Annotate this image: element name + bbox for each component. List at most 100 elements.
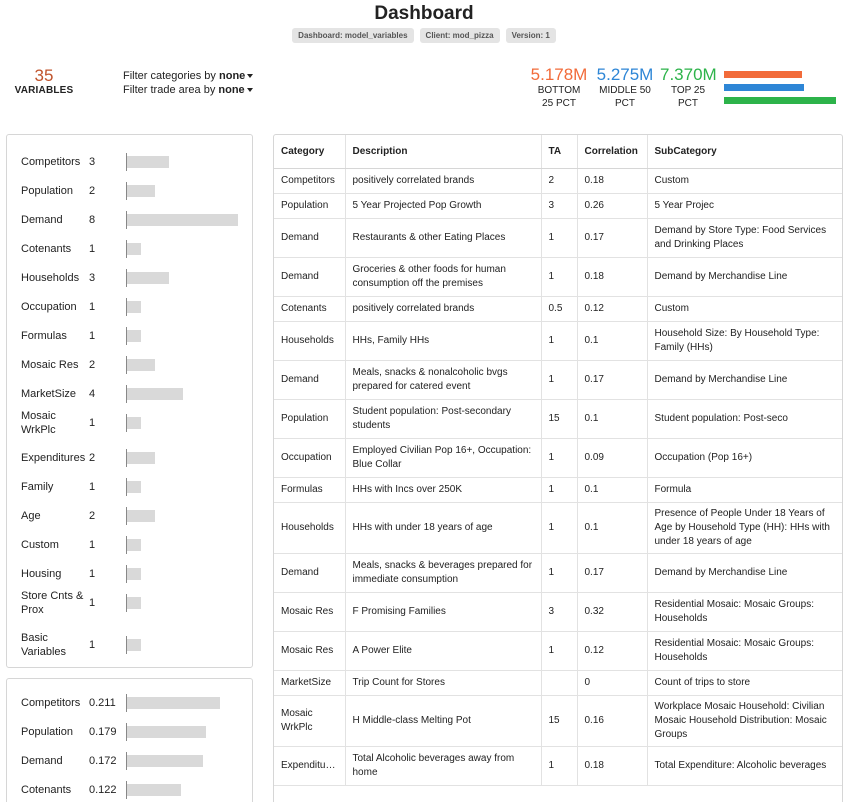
table-row[interactable]: Mosaic WrkPlc H Middle-class Melting Pot 1… bbox=[274, 695, 842, 747]
category-count: 3 bbox=[89, 272, 96, 284]
column-header-description[interactable]: Description bbox=[345, 135, 542, 169]
table-row[interactable]: Demand Meals, snacks & beverages prepared… bbox=[274, 553, 842, 593]
column-header-category[interactable]: Category bbox=[274, 135, 346, 169]
table-row[interactable]: Occupation Employed Civilian Pop 16+, Occ… bbox=[274, 438, 842, 478]
category-count-row[interactable]: Housing 1 bbox=[21, 561, 141, 587]
filter-trade-area[interactable]: Filter trade area by none bbox=[123, 83, 253, 97]
cell-correlation: 0.18 bbox=[577, 746, 648, 786]
cell-correlation: 0.1 bbox=[577, 477, 648, 503]
cell-description: Total Alcoholic beverages away from home bbox=[345, 746, 542, 786]
table-header-row: Category Description TA Correlation SubC… bbox=[274, 135, 842, 169]
table-row[interactable]: Formulas HHs with Incs over 250K 1 0.1 Formu… bbox=[274, 477, 842, 503]
category-correlation-row[interactable]: Competitors 0.211 bbox=[21, 690, 220, 716]
variables-table: Category Description TA Correlation SubC… bbox=[273, 134, 843, 802]
cell-subcategory: Total Expenditure: Alcoholic beverages bbox=[647, 746, 842, 786]
category-count-bar bbox=[127, 597, 141, 609]
table-row[interactable]: Demand Groceries & other foods for human … bbox=[274, 257, 842, 297]
cell-ta: 15 bbox=[541, 399, 578, 439]
stat-value: 7.370M bbox=[660, 65, 717, 84]
category-count-row[interactable]: Cotenants 1 bbox=[21, 236, 141, 262]
category-label: Age bbox=[21, 510, 41, 522]
cell-ta: 1 bbox=[541, 218, 578, 258]
stat-bar bbox=[724, 97, 836, 104]
table-row[interactable]: Competitors positively correlated brands 2… bbox=[274, 168, 842, 194]
cell-subcategory: Student population: Post-seco bbox=[647, 399, 842, 439]
category-count-row[interactable]: Occupation 1 bbox=[21, 294, 141, 320]
cell-ta: 1 bbox=[541, 321, 578, 361]
category-count-bar bbox=[127, 539, 141, 551]
category-correlation-row[interactable]: Demand 0.172 bbox=[21, 748, 203, 774]
column-header-ta[interactable]: TA bbox=[541, 135, 578, 169]
filter-categories-value[interactable]: none bbox=[219, 70, 245, 82]
category-count: 1 bbox=[89, 539, 96, 551]
cell-category: Mosaic Res bbox=[274, 592, 346, 632]
caret-down-icon[interactable] bbox=[246, 88, 253, 93]
column-header-correlation[interactable]: Correlation bbox=[577, 135, 648, 169]
page-title: Dashboard bbox=[374, 3, 474, 24]
cell-correlation: 0.17 bbox=[577, 218, 648, 258]
cell-correlation: 0.09 bbox=[577, 438, 648, 478]
cell-description: HHs with Incs over 250K bbox=[345, 477, 542, 503]
table-row[interactable]: Cotenants positively correlated brands 0.5… bbox=[274, 296, 842, 322]
category-count-row[interactable]: Mosaic Res 2 bbox=[21, 352, 155, 378]
category-count-row[interactable]: Custom 1 bbox=[21, 532, 141, 558]
table-row[interactable]: Demand Meals, snacks & nonalcoholic bvgs … bbox=[274, 360, 842, 400]
stat-label: BOTTOM bbox=[537, 85, 581, 96]
cell-correlation: 0.16 bbox=[577, 695, 648, 747]
category-label: Basic Variables bbox=[21, 632, 67, 658]
cell-subcategory: Household Size: By Household Type: Famil… bbox=[647, 321, 842, 361]
cell-correlation: 0.12 bbox=[577, 296, 648, 322]
stat-bar bbox=[724, 84, 804, 91]
table-row[interactable]: Expenditures Total Alcoholic beverages aw… bbox=[274, 746, 842, 786]
category-count-row[interactable]: Formulas 1 bbox=[21, 323, 141, 349]
filter-trade-area-value[interactable]: none bbox=[218, 84, 244, 96]
filter-categories[interactable]: Filter categories by none bbox=[123, 69, 254, 83]
table-row[interactable]: MarketSize Trip Count for Stores 0 Count of… bbox=[274, 670, 842, 696]
cell-ta bbox=[541, 670, 578, 696]
category-label: Competitors bbox=[21, 156, 81, 168]
category-count-row[interactable]: Basic Variables 1 bbox=[21, 632, 141, 658]
cell-correlation: 0.17 bbox=[577, 360, 648, 400]
category-label: Cotenants bbox=[21, 784, 72, 796]
category-label: Competitors bbox=[21, 697, 81, 709]
stat-bottom-25: 5.178M BOTTOM 25 PCT bbox=[528, 66, 590, 110]
table-row[interactable]: Population Student population: Post-secon… bbox=[274, 399, 842, 439]
category-count: 3 bbox=[89, 156, 96, 168]
category-correlation-bar bbox=[127, 784, 181, 796]
category-correlation-row[interactable]: Cotenants 0.122 bbox=[21, 777, 181, 802]
cell-category: Demand bbox=[274, 360, 346, 400]
table-row[interactable]: Households HHs with under 18 years of age… bbox=[274, 502, 842, 554]
table-row[interactable]: Mosaic Res F Promising Families 3 0.32 Resid… bbox=[274, 592, 842, 632]
cell-category: Expenditures bbox=[274, 746, 346, 786]
category-label: Cotenants bbox=[21, 243, 72, 255]
table-row[interactable]: Demand Restaurants & other Eating Places 1… bbox=[274, 218, 842, 258]
table-row[interactable]: Households HHs, Family HHs 1 0.1 Household S… bbox=[274, 321, 842, 361]
category-count: 4 bbox=[89, 388, 96, 400]
category-count-row[interactable]: Expenditures 2 bbox=[21, 445, 155, 471]
category-count-bar bbox=[127, 359, 155, 371]
category-count: 2 bbox=[89, 452, 96, 464]
cell-ta: 0.5 bbox=[541, 296, 578, 322]
category-count-row[interactable]: Mosaic WrkPlc 1 bbox=[21, 410, 141, 436]
category-count-bar bbox=[127, 272, 169, 284]
column-header-subcategory[interactable]: SubCategory bbox=[647, 135, 842, 169]
category-count-row[interactable]: Age 2 bbox=[21, 503, 155, 529]
category-count-row[interactable]: MarketSize 4 bbox=[21, 381, 183, 407]
category-label: Custom bbox=[21, 539, 59, 551]
category-count-row[interactable]: Households 3 bbox=[21, 265, 169, 291]
caret-down-icon[interactable] bbox=[247, 74, 254, 79]
category-correlation-row[interactable]: Population 0.179 bbox=[21, 719, 206, 745]
category-count-row[interactable]: Competitors 3 bbox=[21, 149, 169, 175]
cell-description: positively correlated brands bbox=[345, 168, 542, 194]
stat-middle-50: 5.275M MIDDLE 50 PCT bbox=[590, 66, 660, 110]
table-row[interactable]: Population 5 Year Projected Pop Growth 3 0.… bbox=[274, 193, 842, 219]
category-count-row[interactable]: Population 2 bbox=[21, 178, 155, 204]
table-row[interactable]: Mosaic Res A Power Elite 1 0.12 Residential … bbox=[274, 631, 842, 671]
filter-trade-area-label: Filter trade area by bbox=[123, 84, 216, 96]
category-correlation-bar bbox=[127, 726, 206, 738]
category-count-row[interactable]: Demand 8 bbox=[21, 207, 238, 233]
category-count-row[interactable]: Family 1 bbox=[21, 474, 141, 500]
category-count-row[interactable]: Store Cnts & Prox 1 bbox=[21, 590, 141, 616]
tag-list: Dashboard: model_variables Client: mod_p… bbox=[0, 28, 848, 43]
cell-ta: 1 bbox=[541, 360, 578, 400]
